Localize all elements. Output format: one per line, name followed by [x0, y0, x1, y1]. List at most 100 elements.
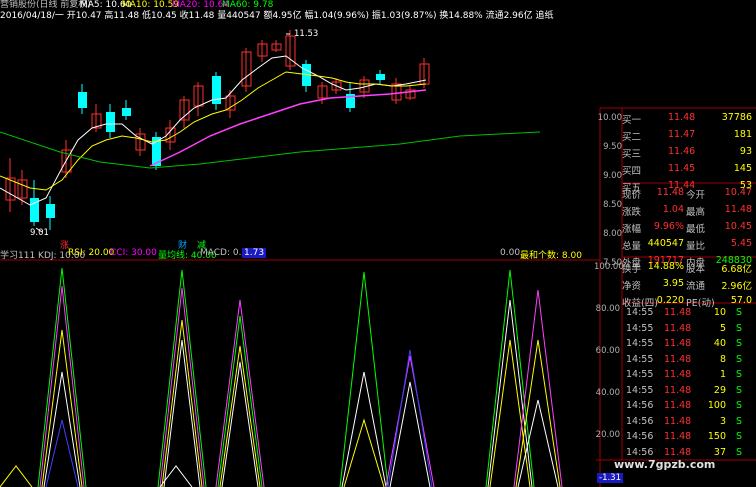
- indicator-spike: [0, 465, 33, 487]
- trade-row[interactable]: 14:55 11.48 1 S: [622, 368, 756, 382]
- trade-price: 11.48: [664, 384, 692, 396]
- order-book-row[interactable]: 买四 11.45 145: [622, 161, 756, 177]
- quote-value: 2.96亿: [721, 281, 752, 292]
- indicator-spike: [157, 269, 207, 487]
- indicator-spike: [489, 339, 531, 487]
- trade-price: 11.48: [664, 400, 692, 411]
- indicator-legend-item: 0.00: [500, 248, 521, 258]
- quote-row: 现价 11.48 今开 10.47: [622, 185, 756, 201]
- trade-direction: S: [735, 322, 742, 334]
- trade-direction: S: [735, 369, 742, 380]
- trade-volume: 40: [713, 338, 726, 349]
- quote-value: 10.47: [724, 187, 752, 198]
- trade-row[interactable]: 14:56 11.48 3 S: [622, 415, 756, 429]
- trade-direction: S: [735, 307, 742, 318]
- trade-row[interactable]: 14:56 11.48 100 S: [622, 399, 756, 413]
- order-book-volume: 93: [739, 146, 752, 157]
- bar-info: 2016/04/18/一 开10.47 高11.48 低10.45 收11.48…: [0, 11, 554, 22]
- indicator-legend-item: 最和个数: 8.00: [520, 251, 582, 261]
- order-book-row[interactable]: 买一 11.48 37786: [622, 110, 756, 126]
- indicator-spike: [343, 418, 385, 487]
- ma20-line: [149, 89, 427, 167]
- trade-time: 14:55: [626, 322, 654, 334]
- quote-label: 最高: [686, 207, 706, 218]
- trade-volume: 8: [719, 353, 726, 365]
- quote-label: 总量: [622, 241, 642, 252]
- indicator-bottom-value: -1.31: [597, 473, 623, 483]
- trade-row[interactable]: 14:55 11.48 8 S: [622, 353, 756, 367]
- trade-price: 11.48: [664, 338, 692, 349]
- indicator-spike: [161, 319, 203, 487]
- indicator-spike: [39, 285, 85, 487]
- quote-row: 涨跌 1.04 最高 11.48: [622, 202, 756, 218]
- trade-volume: 29: [713, 384, 726, 396]
- price-axis-tick: 10.00: [597, 113, 622, 123]
- trade-direction: S: [735, 446, 742, 458]
- trade-price: 11.48: [664, 369, 692, 380]
- quote-label: 涨幅: [622, 224, 642, 235]
- trade-time: 14:55: [626, 307, 654, 318]
- trade-row[interactable]: 14:55 11.48 29 S: [622, 384, 756, 398]
- candle-body: [46, 204, 55, 218]
- quote-label: 流通: [686, 281, 706, 292]
- quote-label: 今开: [686, 190, 706, 201]
- trade-price: 11.48: [664, 415, 692, 427]
- quote-label: 换手: [622, 264, 642, 275]
- order-book-row[interactable]: 买三 11.46 93: [622, 144, 756, 160]
- quote-row: 涨幅 9.96% 最低 10.45: [622, 219, 756, 235]
- indicator-spike: [387, 349, 433, 487]
- ma-legend-item: 营销股份(日线 前复权): [0, 0, 91, 10]
- price-axis-tick: 9.00: [603, 171, 622, 181]
- indicator-spike: [221, 361, 259, 487]
- quote-value: 10.45: [724, 221, 752, 232]
- trade-price: 11.48: [664, 322, 692, 334]
- trade-volume: 10: [713, 307, 726, 318]
- low-price-label: 9.01: [30, 228, 49, 238]
- order-book-label: 买一: [622, 115, 642, 126]
- ma-legend-item: MA20: 10.64: [172, 0, 230, 10]
- quote-value: 11.48: [656, 187, 684, 198]
- candle-body: [122, 108, 131, 116]
- trade-volume: 1: [719, 369, 726, 380]
- trade-row[interactable]: 14:55 11.48 5 S: [622, 322, 756, 336]
- indicator-spike: [159, 287, 205, 487]
- trade-time: 14:56: [626, 446, 654, 458]
- trade-price: 11.48: [664, 353, 692, 365]
- high-price-label: 11.53: [294, 29, 319, 39]
- quote-label: 现价: [622, 190, 642, 201]
- quote-label: 股本: [686, 264, 706, 275]
- indicator-spike: [339, 271, 389, 487]
- order-book-row[interactable]: 买二 11.47 181: [622, 127, 756, 143]
- indicator-legend-item: RSI: 20.00: [68, 248, 115, 258]
- indicator-axis-tick: 40.00: [595, 388, 620, 398]
- trade-direction: S: [735, 400, 742, 411]
- order-book-volume: 145: [733, 163, 752, 174]
- indicator-spike: [219, 345, 261, 487]
- order-book-label: 买二: [622, 132, 642, 143]
- price-axis-tick: 8.00: [603, 229, 622, 239]
- trade-time: 14:55: [626, 338, 654, 349]
- trade-volume: 100: [707, 400, 726, 411]
- indicator-legend-item: CCI: 30.00: [110, 248, 157, 258]
- candle-body: [376, 74, 385, 80]
- ma-legend-item: MA10: 10.59: [122, 0, 180, 10]
- trade-time: 14:55: [626, 369, 654, 380]
- indicator-spike: [217, 315, 263, 487]
- indicator-spike: [513, 289, 563, 487]
- trade-price: 11.48: [664, 307, 692, 318]
- indicator-spike: [163, 339, 201, 487]
- order-book-price: 11.48: [668, 112, 696, 123]
- quote-label: 净资: [622, 281, 642, 292]
- indicator-spike: [215, 299, 265, 487]
- trade-volume: 150: [707, 431, 726, 442]
- trade-row[interactable]: 14:56 11.48 150 S: [622, 430, 756, 444]
- chart-header: 营销股份(日线 前复权) MA5: 10.60 MA10: 10.59 MA20: 1…: [0, 0, 600, 22]
- trade-row[interactable]: 14:55 11.48 10 S: [622, 306, 756, 320]
- quote-value: 5.45: [730, 238, 752, 249]
- order-book-label: 买四: [622, 166, 642, 177]
- order-book-price: 11.46: [668, 146, 696, 157]
- indicator-legend-item: 1.73: [242, 248, 267, 258]
- quote-value: 0.220: [656, 295, 684, 306]
- quote-value: 1.04: [662, 204, 684, 215]
- trade-row[interactable]: 14:55 11.48 40 S: [622, 337, 756, 351]
